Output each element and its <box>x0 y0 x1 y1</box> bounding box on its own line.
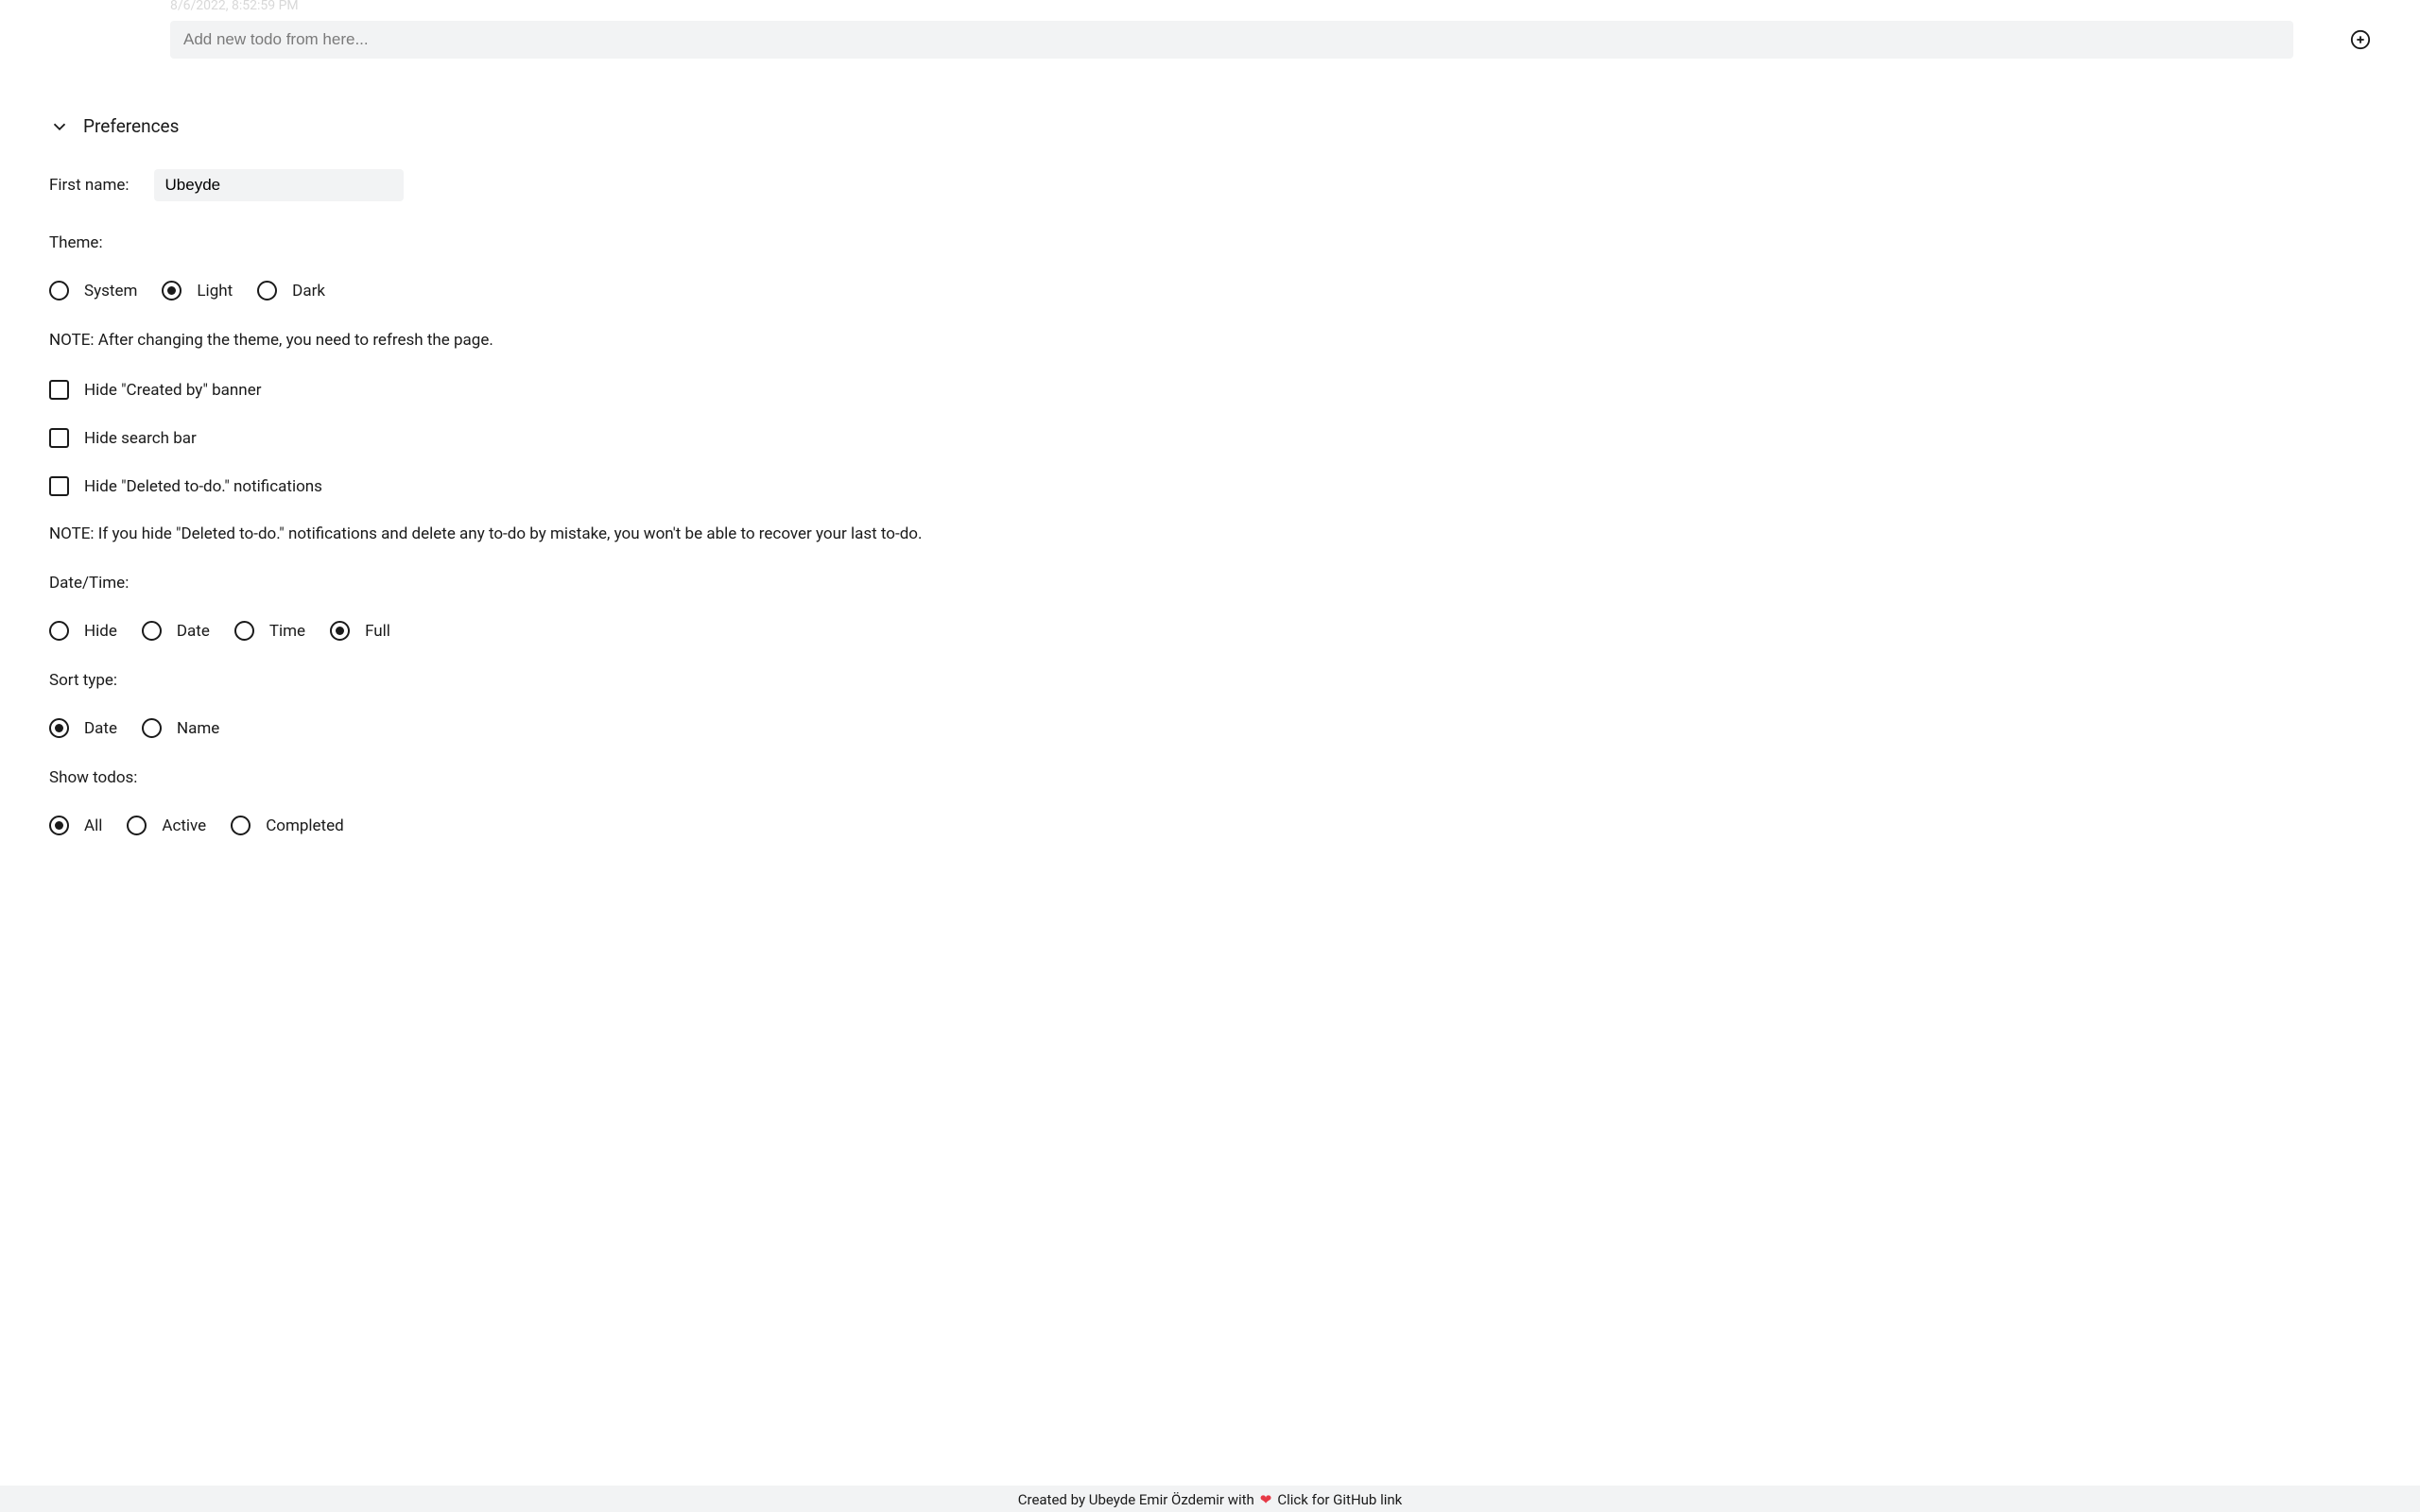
add-todo-button[interactable] <box>2350 29 2371 50</box>
hide-deleted-notifications-checkbox[interactable]: Hide "Deleted to-do." notifications <box>49 476 2371 496</box>
radio-label: All <box>84 816 102 835</box>
radio-label: Light <box>197 282 233 301</box>
chevron-down-icon <box>49 116 70 137</box>
radio-label: Time <box>269 622 305 641</box>
theme-radio-system[interactable]: System <box>49 281 137 301</box>
show-radio-completed[interactable]: Completed <box>231 816 344 835</box>
first-name-label: First name: <box>49 176 130 195</box>
checkbox-label: Hide "Deleted to-do." notifications <box>84 477 322 496</box>
radio-label: Name <box>177 719 219 738</box>
preferences-title: Preferences <box>83 115 179 137</box>
first-name-input[interactable] <box>154 169 404 201</box>
footer-text-after: Click for GitHub link <box>1277 1491 1402 1508</box>
todo-input[interactable] <box>170 21 2293 59</box>
radio-label: Date <box>177 622 210 641</box>
footer-text-before: Created by Ubeyde Emir Özdemir with <box>1018 1491 1254 1508</box>
theme-label: Theme: <box>49 233 2371 252</box>
datetime-radio-group: Hide Date Time Full <box>49 621 2371 641</box>
show-radio-all[interactable]: All <box>49 816 102 835</box>
checkbox-note: NOTE: If you hide "Deleted to-do." notif… <box>49 524 2371 543</box>
radio-label: Dark <box>292 282 325 301</box>
show-todos-radio-group: All Active Completed <box>49 816 2371 835</box>
radio-label: Active <box>162 816 206 835</box>
hide-search-bar-checkbox[interactable]: Hide search bar <box>49 428 2371 448</box>
sort-type-radio-group: Date Name <box>49 718 2371 738</box>
theme-radio-dark[interactable]: Dark <box>257 281 325 301</box>
datetime-radio-date[interactable]: Date <box>142 621 210 641</box>
theme-note: NOTE: After changing the theme, you need… <box>49 331 2371 350</box>
radio-label: System <box>84 282 137 301</box>
theme-radio-group: System Light Dark <box>49 281 2371 301</box>
checkbox-label: Hide search bar <box>84 429 197 448</box>
sort-radio-date[interactable]: Date <box>49 718 117 738</box>
show-todos-label: Show todos: <box>49 768 2371 787</box>
radio-label: Completed <box>266 816 344 835</box>
sort-radio-name[interactable]: Name <box>142 718 219 738</box>
timestamp-text: 8/6/2022, 8:52:59 PM <box>0 0 2420 13</box>
radio-label: Full <box>365 622 390 641</box>
hide-created-by-checkbox[interactable]: Hide "Created by" banner <box>49 380 2371 400</box>
datetime-radio-hide[interactable]: Hide <box>49 621 117 641</box>
sort-type-label: Sort type: <box>49 671 2371 690</box>
datetime-label: Date/Time: <box>49 574 2371 593</box>
show-radio-active[interactable]: Active <box>127 816 206 835</box>
plus-circle-icon <box>2350 29 2371 50</box>
checkbox-label: Hide "Created by" banner <box>84 381 261 400</box>
heart-icon: ❤ <box>1260 1491 1272 1508</box>
preferences-toggle[interactable]: Preferences <box>49 115 2371 137</box>
datetime-radio-full[interactable]: Full <box>330 621 390 641</box>
radio-label: Date <box>84 719 117 738</box>
theme-radio-light[interactable]: Light <box>162 281 233 301</box>
datetime-radio-time[interactable]: Time <box>234 621 305 641</box>
footer-link[interactable]: Created by Ubeyde Emir Özdemir with ❤ Cl… <box>0 1486 2420 1512</box>
radio-label: Hide <box>84 622 117 641</box>
